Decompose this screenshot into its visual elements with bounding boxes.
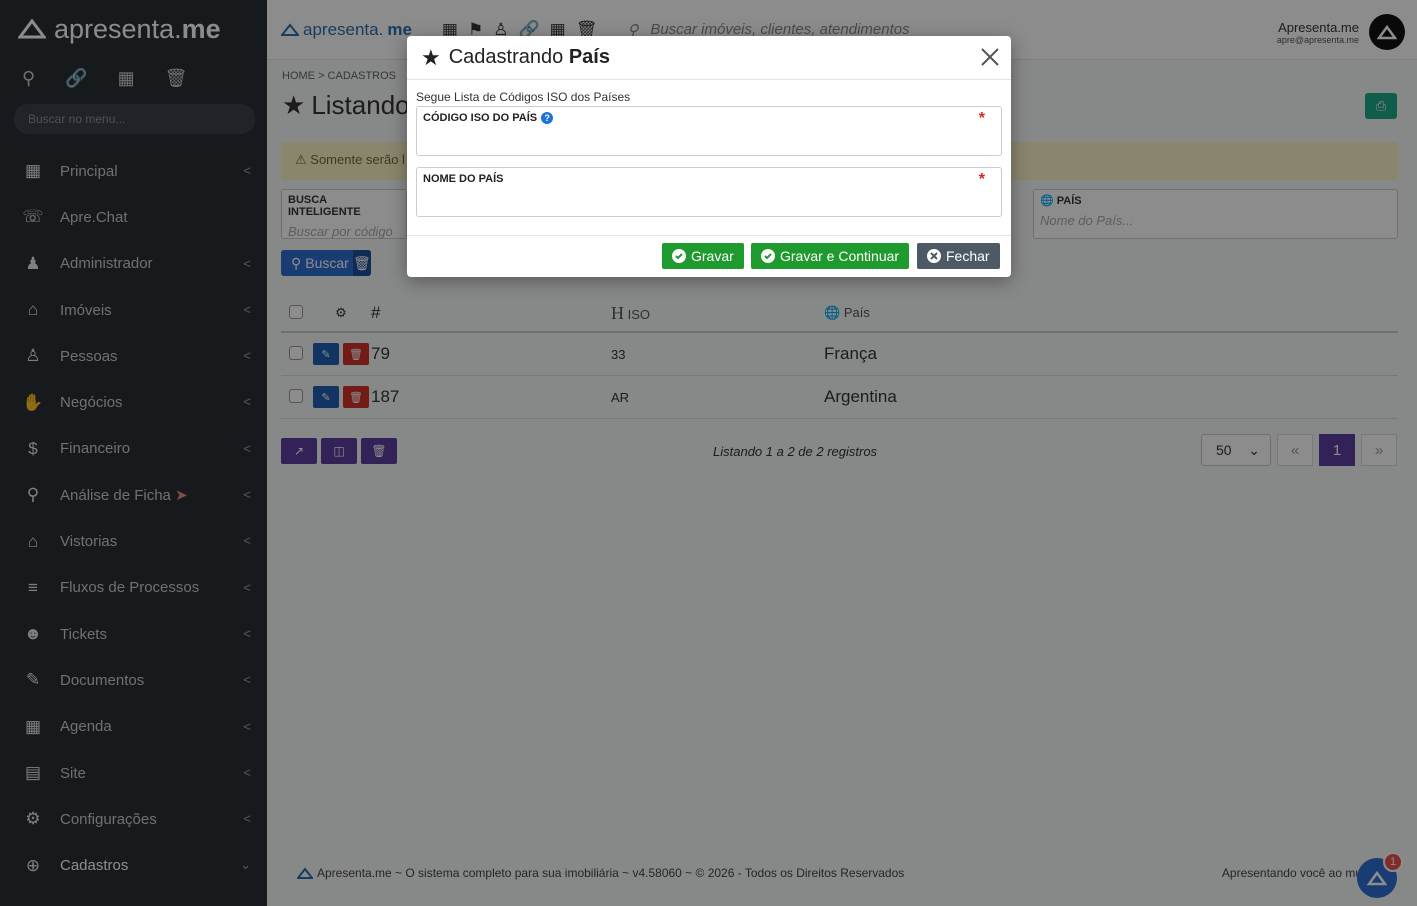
save-and-continue-button[interactable]: Gravar e Continuar xyxy=(751,243,910,269)
close-button-label: Fechar xyxy=(946,248,990,264)
save-and-continue-label: Gravar e Continuar xyxy=(780,248,900,264)
country-name-label: NOME DO PAÍS xyxy=(423,173,504,185)
iso-code-label: CÓDIGO ISO DO PAÍS? xyxy=(423,112,995,124)
check-circle-icon xyxy=(672,249,686,263)
required-icon: * xyxy=(978,171,985,188)
times-circle-icon xyxy=(927,249,941,263)
help-icon[interactable]: ? xyxy=(541,112,554,124)
required-icon: * xyxy=(978,110,985,127)
iso-codes-hint[interactable]: Segue Lista de Códigos ISO dos Países xyxy=(416,90,630,104)
iso-code-input[interactable] xyxy=(423,130,995,145)
country-name-field[interactable]: NOME DO PAÍS * xyxy=(416,167,1002,217)
check-circle-icon xyxy=(761,249,775,263)
modal-title: Cadastrando País xyxy=(448,46,610,68)
save-button-label: Gravar xyxy=(691,248,734,264)
close-button[interactable]: Fechar xyxy=(917,243,1000,269)
iso-code-field[interactable]: CÓDIGO ISO DO PAÍS? * xyxy=(416,106,1002,156)
create-country-modal: ★ Cadastrando País Segue Lista de Código… xyxy=(407,36,1011,277)
close-icon[interactable] xyxy=(979,46,1001,68)
star-icon: ★ xyxy=(421,44,441,70)
modal-footer: Gravar Gravar e Continuar Fechar xyxy=(407,235,1011,277)
modal-header: ★ Cadastrando País xyxy=(407,36,1011,80)
country-name-input[interactable] xyxy=(423,191,995,206)
save-button[interactable]: Gravar xyxy=(662,243,744,269)
